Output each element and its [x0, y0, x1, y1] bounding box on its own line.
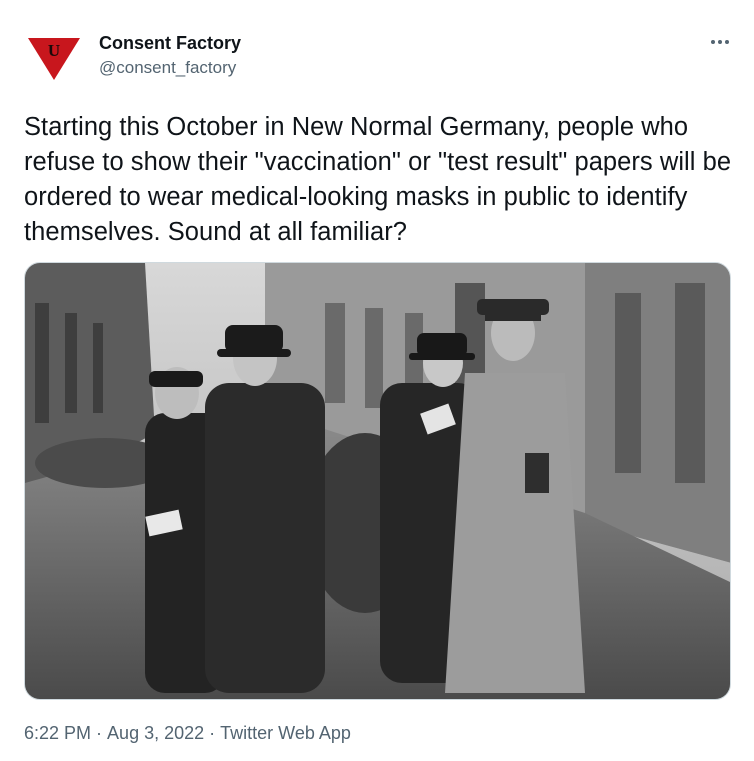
avatar[interactable]: U — [28, 34, 80, 80]
more-horizontal-icon — [711, 40, 729, 44]
tweet-date[interactable]: Aug 3, 2022 — [107, 723, 204, 743]
tweet-source[interactable]: Twitter Web App — [220, 723, 351, 743]
tweet-time[interactable]: 6:22 PM — [24, 723, 91, 743]
tweet-text: Starting this October in New Normal Germ… — [24, 113, 732, 246]
meta-separator: · — [96, 723, 103, 743]
consent-factory-logo-icon: U — [28, 38, 80, 80]
more-options-button[interactable] — [706, 30, 734, 54]
author-name[interactable]: Consent Factory — [99, 33, 241, 54]
meta-separator: · — [209, 723, 216, 743]
tweet-photo[interactable] — [24, 262, 731, 700]
street-scene-photo — [25, 263, 730, 699]
avatar-letter: U — [48, 41, 60, 60]
author-handle[interactable]: @consent_factory — [99, 58, 236, 78]
tweet-meta: 6:22 PM · Aug 3, 2022 · Twitter Web App — [24, 723, 351, 744]
